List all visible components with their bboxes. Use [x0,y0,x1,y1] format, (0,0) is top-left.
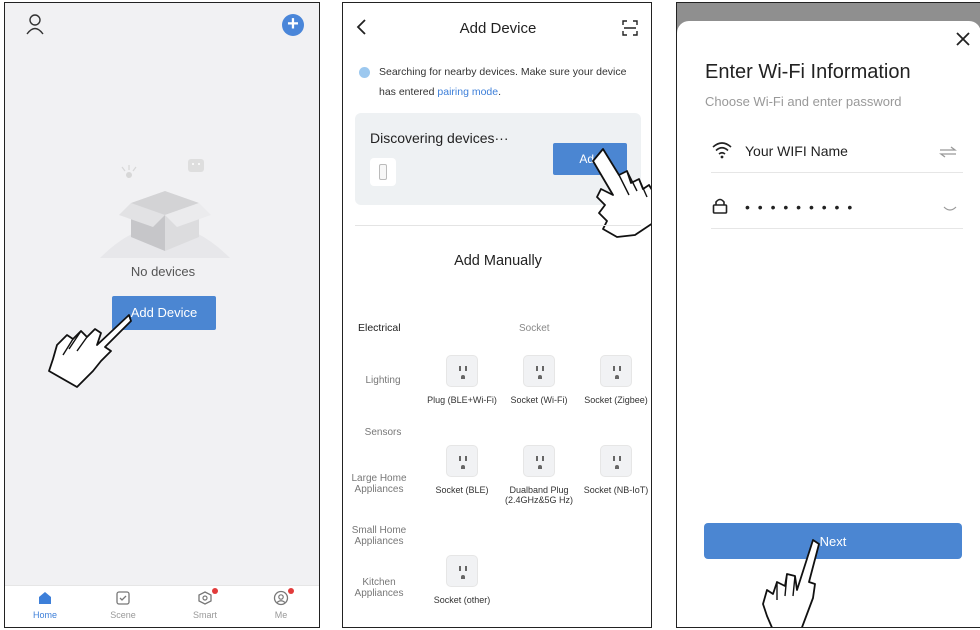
empty-box-illustration [95,153,235,268]
device-tile-label: Socket (other) [433,595,491,605]
plus-icon[interactable]: + [282,14,304,36]
password-field[interactable]: • • • • • • • • • [711,189,963,229]
switch-network-icon[interactable] [939,145,957,163]
me-icon [273,590,289,606]
device-tile-label: Socket (Wi-Fi) [510,395,568,405]
category-small-home-appliances[interactable]: Small Home Appliances [349,525,409,547]
discovering-title: Discovering devices··· [370,130,509,146]
bottom-navigation: Home Scene Smart Me [5,585,319,627]
add-manually-title: Add Manually [454,253,542,269]
device-tile-label: Dualband Plug (2.4GHz&5G Hz) [504,485,573,505]
nav-me-label: Me [274,610,288,620]
smart-badge [212,588,218,594]
section-divider [355,225,641,226]
home-screen: + No devices Add Device Home Scene Smart… [4,2,320,628]
device-tile-label: Plug (BLE+Wi-Fi) [427,395,497,405]
home-icon [39,592,51,604]
wifi-icon [711,141,733,164]
device-tile[interactable]: Socket (other) [427,555,497,605]
nav-me[interactable]: Me [251,588,311,620]
category-electrical[interactable]: Electrical [358,323,426,334]
nav-scene[interactable]: Scene [93,590,153,620]
wifi-name-field[interactable]: Your WIFI Name [711,133,963,173]
nav-home[interactable]: Home [15,590,75,620]
wifi-screen: Enter Wi-Fi Information Choose Wi-Fi and… [676,2,980,628]
empty-state-text: No devices [130,264,196,279]
socket-icon [446,445,478,477]
socket-icon [446,355,478,387]
socket-icon [523,445,555,477]
category-kitchen-appliances[interactable]: Kitchen Appliances [349,577,409,599]
wifi-subtitle: Choose Wi-Fi and enter password [705,94,902,109]
device-tile[interactable]: Socket (Wi-Fi) [504,355,574,405]
pairing-mode-link[interactable]: pairing mode [437,86,498,98]
device-tile[interactable]: Socket (NB-IoT) [581,445,651,495]
discovered-device-icon [370,158,396,186]
device-tile[interactable]: Socket (BLE) [427,445,497,495]
socket-icon [523,355,555,387]
search-hint-text: Searching for nearby devices. Make sure … [379,66,627,98]
close-icon[interactable] [955,31,971,52]
nav-smart[interactable]: Smart [175,588,235,620]
search-hint: Searching for nearby devices. Make sure … [379,62,641,102]
smart-icon [198,591,212,605]
socket-icon [600,355,632,387]
scan-icon[interactable] [621,19,639,42]
nav-smart-label: Smart [192,610,217,620]
scene-icon [116,591,130,605]
category-sensors[interactable]: Sensors [349,427,417,438]
pointing-hand-icon [41,311,137,396]
searching-spinner-icon [359,67,370,78]
device-tile-label: Socket (NB-IoT) [583,485,649,495]
device-tile-label: Socket (BLE) [435,485,489,495]
nav-scene-label: Scene [110,610,136,620]
search-hint-end: . [498,86,502,98]
socket-section-header: Socket [519,323,550,334]
page-title: Add Device [459,20,537,37]
device-tile[interactable]: Socket (Zigbee) [581,355,651,405]
me-badge [288,588,294,594]
wifi-title: Enter Wi-Fi Information [705,61,911,83]
pointing-hand-icon [589,141,651,244]
nav-home-label: Home [32,610,57,620]
pointing-hand-icon [757,538,837,627]
password-value: • • • • • • • • • [745,199,855,215]
device-tile-label: Socket (Zigbee) [584,395,648,405]
category-large-home-appliances[interactable]: Large Home Appliances [349,473,409,495]
socket-icon [446,555,478,587]
device-tile[interactable]: Plug (BLE+Wi-Fi) [427,355,497,405]
lock-icon [711,197,729,220]
category-lighting[interactable]: Lighting [349,375,417,386]
user-icon[interactable] [25,13,45,40]
socket-icon [600,445,632,477]
wifi-sheet: Enter Wi-Fi Information Choose Wi-Fi and… [677,21,980,627]
add-device-screen: Add Device Searching for nearby devices.… [342,2,652,628]
eye-closed-icon[interactable] [943,201,957,219]
wifi-name-value: Your WIFI Name [745,143,848,159]
device-tile[interactable]: Dualband Plug (2.4GHz&5G Hz) [504,445,574,505]
